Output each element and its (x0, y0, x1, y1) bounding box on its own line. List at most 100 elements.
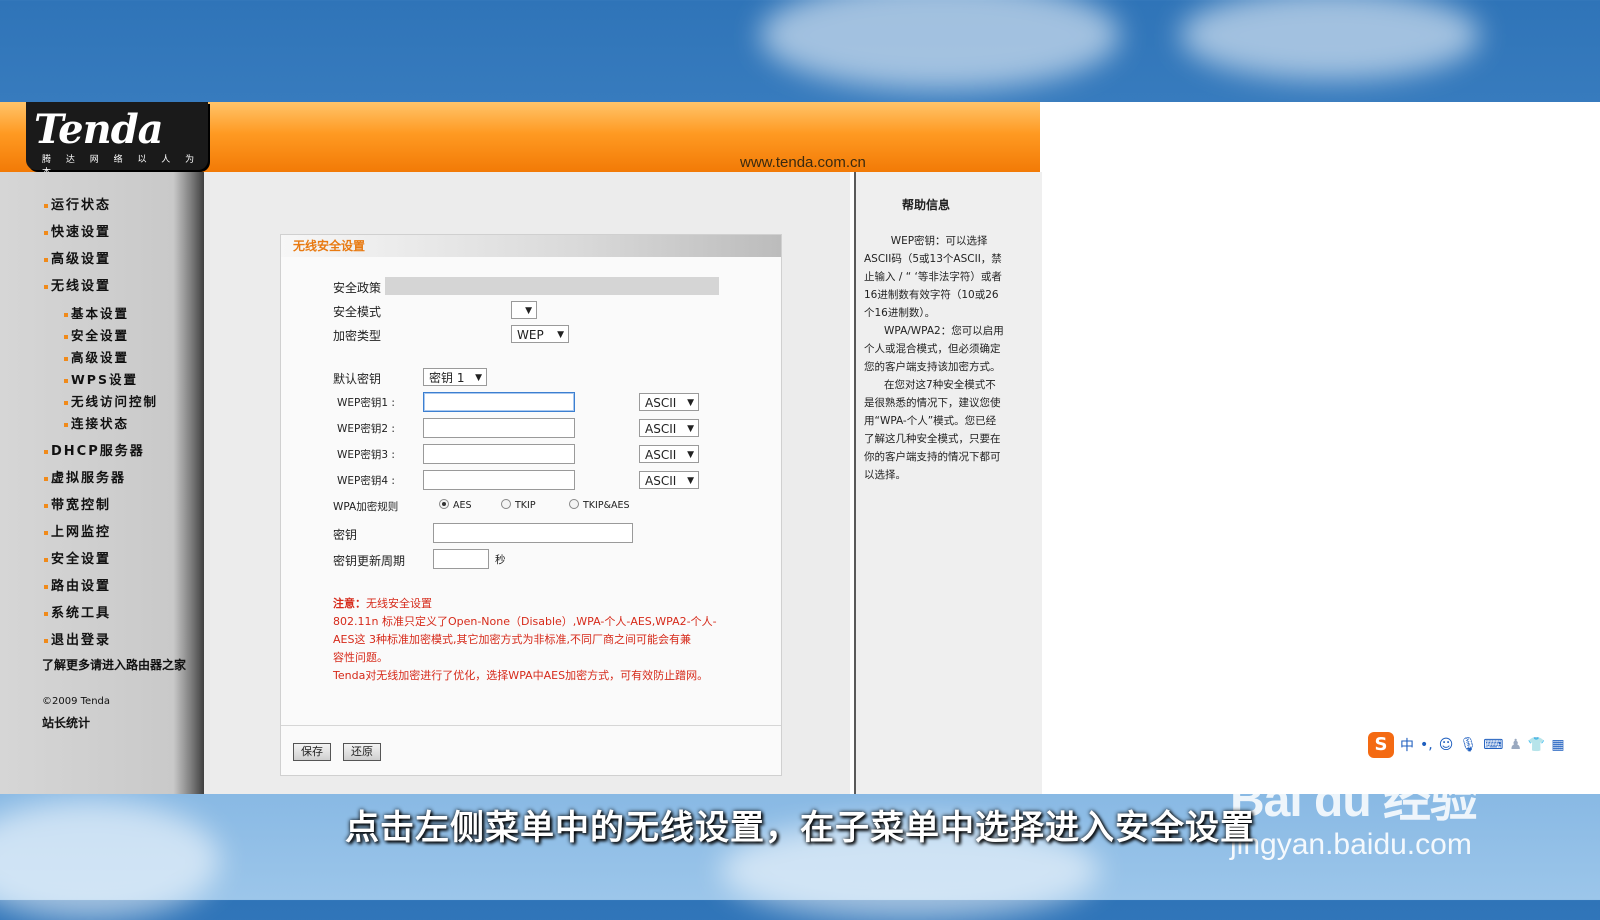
router-admin-window: Tenda 腾 达 网 络 以 人 为 本 www.tenda.com.cn 运… (0, 102, 1600, 794)
wpa-aes-radio[interactable] (439, 499, 449, 509)
panel-title: 无线安全设置 (281, 235, 781, 257)
security-policy-label: 安全政策 (333, 281, 382, 295)
keyboard-icon[interactable]: ⌨ (1483, 737, 1503, 753)
chevron-down-icon: ▼ (687, 398, 694, 408)
nav-item-quick-setup[interactable]: 快速设置 (44, 221, 111, 240)
main-content: 无线安全设置 安全政策 安全模式 ▼ 加密类型 WEP ▼ 默认密钥 密钥 1 … (204, 172, 850, 794)
nav-sub-basic[interactable]: 基本设置 (64, 303, 129, 322)
save-button[interactable]: 保存 (293, 743, 331, 761)
wep-key4-format-select[interactable]: ASCII ▼ (639, 471, 699, 489)
key-renew-unit: 秒 (495, 554, 506, 566)
nav-sub-advanced[interactable]: 高级设置 (64, 347, 129, 366)
tenda-logo: Tenda 腾 达 网 络 以 人 为 本 (26, 102, 208, 178)
sogou-logo-icon[interactable]: S (1368, 732, 1394, 758)
wep-key2-format-select[interactable]: ASCII ▼ (639, 419, 699, 437)
wep-key4-format: ASCII (645, 474, 677, 488)
video-caption: 点击左侧菜单中的无线设置，在子菜单中选择进入安全设置 (345, 808, 1255, 848)
sidebar-nav: 运行状态 快速设置 高级设置 无线设置 基本设置 安全设置 高级设置 WPS设置… (0, 172, 204, 794)
nav-item-logout[interactable]: 退出登录 (44, 629, 111, 648)
wep-key1-label: WEP密钥1 : (337, 397, 395, 409)
wep-key2-input[interactable] (423, 418, 575, 438)
nav-item-status[interactable]: 运行状态 (44, 194, 111, 213)
key-renew-input[interactable] (433, 549, 489, 569)
punctuation-icon[interactable]: •, (1420, 737, 1433, 753)
default-key-value: 密钥 1 (429, 371, 465, 385)
chevron-down-icon: ▼ (475, 373, 482, 383)
default-key-label: 默认密钥 (333, 372, 382, 386)
nav-item-virtual-server[interactable]: 虚拟服务器 (44, 467, 126, 486)
encryption-type-value: WEP (517, 328, 544, 342)
nav-sub-connection-status[interactable]: 连接状态 (64, 413, 129, 432)
header-url: www.tenda.com.cn (740, 154, 866, 171)
note-title: 注意： (333, 597, 366, 610)
wep-key4-label: WEP密钥4 : (337, 475, 395, 487)
stats-link[interactable]: 站长统计 (42, 714, 90, 731)
wep-key1-format: ASCII (645, 396, 677, 410)
chevron-down-icon: ▼ (687, 450, 694, 460)
background-cloud (1180, 0, 1480, 80)
background-cloud (760, 0, 1120, 90)
user-icon[interactable]: ♟ (1509, 737, 1522, 753)
note-line3: 容性问题。 (333, 651, 388, 664)
nav-sub-wps[interactable]: WPS设置 (64, 369, 138, 388)
chevron-down-icon: ▼ (687, 476, 694, 486)
wpa-tkip-aes-radio[interactable] (569, 499, 579, 509)
note-line2: AES这 3种标准加密模式,其它加密方式为非标准,不同厂商之间可能会有兼 (333, 633, 691, 646)
chevron-down-icon: ▼ (687, 424, 694, 434)
wpa-aes-label: AES (453, 500, 472, 511)
nav-sub-security[interactable]: 安全设置 (64, 325, 129, 344)
security-mode-select[interactable]: ▼ (511, 301, 537, 319)
note-line1: 802.11n 标准只定义了Open-None（Disable）,WPA-个人-… (333, 615, 717, 628)
chevron-down-icon: ▼ (525, 306, 532, 316)
key-renew-label: 密钥更新周期 (333, 554, 406, 568)
wep-key1-format-select[interactable]: ASCII ▼ (639, 393, 699, 411)
skin-icon[interactable]: 👕 (1528, 737, 1545, 753)
nav-item-wireless[interactable]: 无线设置 (44, 275, 111, 294)
wpa-key-input[interactable] (433, 523, 633, 543)
security-policy-bar (385, 277, 719, 295)
wpa-tkip-aes-label: TKIP&AES (583, 500, 630, 511)
note-line4: Tenda对无线加密进行了优化，选择WPA中AES加密方式，可有效防止蹭网。 (333, 669, 709, 682)
ime-toolbar[interactable]: S 中 •, ☺ 🎙 ⌨ ♟ 👕 ▦ (1368, 730, 1592, 760)
security-mode-label: 安全模式 (333, 305, 382, 319)
wep-key1-input[interactable] (423, 392, 575, 412)
nav-item-routing[interactable]: 路由设置 (44, 575, 111, 594)
copyright: ©2009 Tenda (42, 696, 111, 707)
wpa-tkip-radio[interactable] (501, 499, 511, 509)
nav-item-tools[interactable]: 系统工具 (44, 602, 111, 621)
encryption-type-label: 加密类型 (333, 329, 382, 343)
emoji-icon[interactable]: ☺ (1439, 737, 1454, 753)
help-panel: 帮助信息 WEP密钥：可以选择ASCII码（5或13个ASCII，禁止输入 / … (854, 172, 1042, 794)
header-bar: Tenda 腾 达 网 络 以 人 为 本 www.tenda.com.cn (0, 102, 1040, 178)
note-subtitle: 无线安全设置 (366, 597, 432, 610)
nav-item-dhcp[interactable]: DHCP服务器 (44, 440, 145, 459)
wireless-security-panel: 无线安全设置 安全政策 安全模式 ▼ 加密类型 WEP ▼ 默认密钥 密钥 1 … (280, 234, 782, 776)
help-title: 帮助信息 (902, 198, 951, 212)
chevron-down-icon: ▼ (557, 330, 564, 340)
wep-key4-input[interactable] (423, 470, 575, 490)
nav-item-bandwidth[interactable]: 带宽控制 (44, 494, 111, 513)
nav-sub-access-control[interactable]: 无线访问控制 (64, 391, 158, 410)
key-label: 密钥 (333, 528, 358, 542)
divider (281, 725, 781, 726)
grid-icon[interactable]: ▦ (1551, 737, 1564, 753)
nav-item-security[interactable]: 安全设置 (44, 548, 111, 567)
ime-lang-toggle[interactable]: 中 (1400, 735, 1414, 755)
default-key-select[interactable]: 密钥 1 ▼ (423, 368, 487, 386)
nav-item-monitor[interactable]: 上网监控 (44, 521, 111, 540)
more-info-link[interactable]: 了解更多请进入路由器之家 (42, 656, 192, 674)
wep-key3-format: ASCII (645, 448, 677, 462)
logo-text: Tenda (34, 106, 164, 153)
wpa-tkip-label: TKIP (515, 500, 536, 511)
restore-button[interactable]: 还原 (343, 743, 381, 761)
help-text: WEP密钥：可以选择ASCII码（5或13个ASCII，禁止输入 / “ ‘等非… (864, 235, 1004, 481)
encryption-type-select[interactable]: WEP ▼ (511, 325, 569, 343)
wpa-rule-label: WPA加密规则 (333, 501, 399, 513)
nav-item-advanced[interactable]: 高级设置 (44, 248, 111, 267)
microphone-icon[interactable]: 🎙 (1459, 737, 1477, 753)
note-block: 注意：无线安全设置 802.11n 标准只定义了Open-None（Disabl… (333, 595, 773, 685)
wep-key2-format: ASCII (645, 422, 677, 436)
wep-key3-label: WEP密钥3 : (337, 449, 395, 461)
wep-key3-format-select[interactable]: ASCII ▼ (639, 445, 699, 463)
wep-key3-input[interactable] (423, 444, 575, 464)
